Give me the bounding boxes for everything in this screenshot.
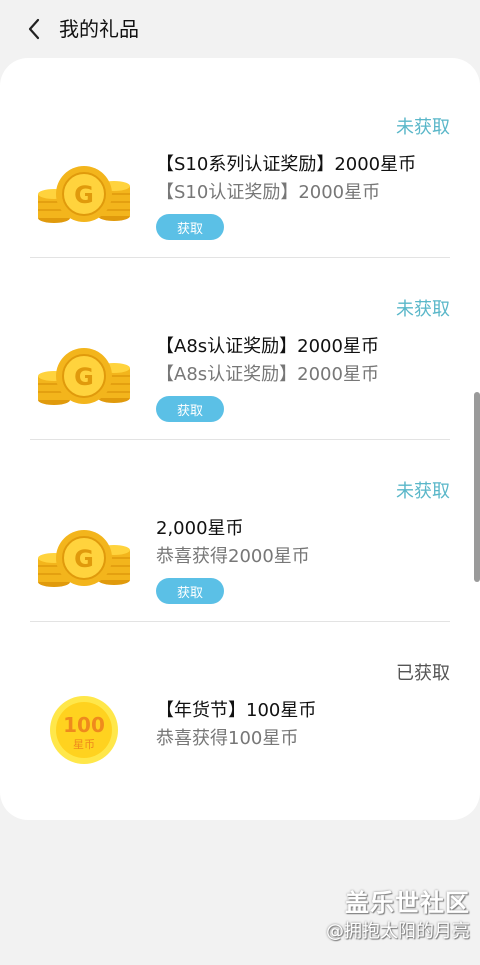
watermark: 盖乐世社区 @拥抱太阳的月亮 bbox=[326, 888, 470, 946]
badge-unit: 星币 bbox=[73, 738, 95, 751]
svg-text:G: G bbox=[74, 363, 94, 391]
svg-text:G: G bbox=[74, 545, 94, 573]
gift-status: 已获取 bbox=[396, 663, 450, 684]
watermark-logo: 盖乐世社区 bbox=[345, 889, 470, 917]
svg-text:G: G bbox=[74, 181, 94, 209]
gold-coins-icon: G bbox=[36, 348, 132, 408]
gift-item: 未获取 G bbox=[30, 76, 450, 258]
gift-subtitle: 【A8s认证奖励】2000星币 bbox=[156, 364, 379, 385]
claim-button[interactable]: 获取 bbox=[156, 396, 224, 422]
gift-subtitle: 恭喜获得2000星币 bbox=[156, 546, 310, 567]
gift-item: 未获取 G bbox=[30, 258, 450, 440]
star-coin-badge-icon: 100 星币 bbox=[48, 694, 120, 766]
gift-title: 【S10系列认证奖励】2000星币 bbox=[156, 154, 417, 175]
page-title: 我的礼品 bbox=[59, 17, 139, 41]
gift-subtitle: 【S10认证奖励】2000星币 bbox=[156, 182, 381, 203]
gold-coins-icon: G bbox=[36, 530, 132, 590]
gift-status: 未获取 bbox=[396, 117, 450, 138]
gift-title: 2,000星币 bbox=[156, 518, 244, 539]
gift-subtitle: 恭喜获得100星币 bbox=[156, 728, 299, 749]
chevron-left-icon bbox=[28, 18, 40, 40]
gold-coins-icon: G bbox=[36, 166, 132, 226]
watermark-user: @拥抱太阳的月亮 bbox=[326, 921, 470, 942]
scrollbar[interactable] bbox=[474, 392, 480, 582]
gift-status: 未获取 bbox=[396, 481, 450, 502]
gift-list-card: 未获取 G 【S10系列认证奖励】2000星币 【S10认证奖励】2000星币 … bbox=[0, 58, 480, 820]
claim-button[interactable]: 获取 bbox=[156, 214, 224, 240]
gift-item: 未获取 G bbox=[30, 440, 450, 622]
claim-button[interactable]: 获取 bbox=[156, 578, 224, 604]
gift-title: 【年货节】100星币 bbox=[156, 700, 317, 721]
back-button[interactable] bbox=[22, 16, 46, 42]
top-bar: 我的礼品 bbox=[0, 0, 480, 58]
gift-item: 已获取 100 星币 【年货节】100星币 恭喜获得100星币 bbox=[30, 622, 450, 804]
gift-status: 未获取 bbox=[396, 299, 450, 320]
gift-title: 【A8s认证奖励】2000星币 bbox=[156, 336, 379, 357]
badge-value: 100 bbox=[63, 713, 105, 737]
